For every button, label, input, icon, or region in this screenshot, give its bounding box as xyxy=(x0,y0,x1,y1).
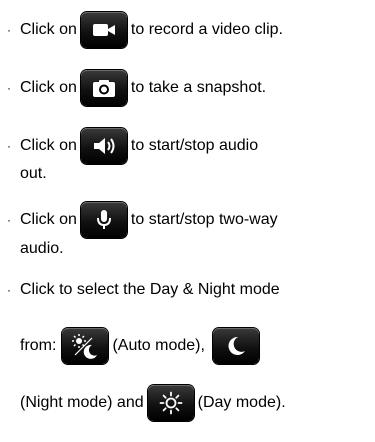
list-item-two-way-audio-cont: audio. xyxy=(0,236,64,262)
sun-icon[interactable] xyxy=(147,385,194,421)
item-text-after: to start/stop two-way xyxy=(130,211,278,228)
microphone-icon[interactable] xyxy=(80,202,127,238)
video-camera-icon[interactable] xyxy=(80,12,127,48)
sun-moon-auto-icon[interactable] xyxy=(62,328,109,364)
item-text-before: Click on xyxy=(20,211,77,228)
item-text-after: to start/stop audio xyxy=(130,137,259,154)
list-item-day-night-modes-cont: (Night mode) and (Day mode). xyxy=(0,379,286,427)
night-mode-label: (Night mode) and xyxy=(20,394,144,411)
speaker-audio-icon[interactable] xyxy=(80,128,127,164)
bullet: · xyxy=(7,213,11,227)
moon-icon[interactable] xyxy=(212,328,259,364)
day-mode-label: (Day mode). xyxy=(197,394,286,411)
bullet: · xyxy=(7,283,11,297)
item-text-continuation: audio. xyxy=(20,240,64,257)
bullet: · xyxy=(7,139,11,153)
item-text-after: to record a video clip. xyxy=(130,21,283,38)
camera-snapshot-icon[interactable] xyxy=(80,70,127,106)
item-text-line1: Click to select the Day & Night mode xyxy=(20,281,280,298)
item-text-from: from: xyxy=(20,337,57,354)
list-item-day-night: · Click to select the Day & Night mode xyxy=(0,275,280,305)
auto-mode-label: (Auto mode), xyxy=(112,337,205,354)
list-item-day-night-modes: from: (Auto mode), xyxy=(0,322,263,370)
item-text-continuation: out. xyxy=(20,165,47,182)
bullet: · xyxy=(7,23,11,37)
bullet: · xyxy=(7,81,11,95)
list-item-video: · Click on to record a video clip. xyxy=(0,6,283,54)
item-text-before: Click on xyxy=(20,137,77,154)
list-item-audio-cont: out. xyxy=(0,161,47,187)
item-text-before: Click on xyxy=(20,21,77,38)
list-item-snapshot: · Click on to take a snapshot. xyxy=(0,64,266,112)
item-text-after: to take a snapshot. xyxy=(130,79,267,96)
item-text-before: Click on xyxy=(20,79,77,96)
